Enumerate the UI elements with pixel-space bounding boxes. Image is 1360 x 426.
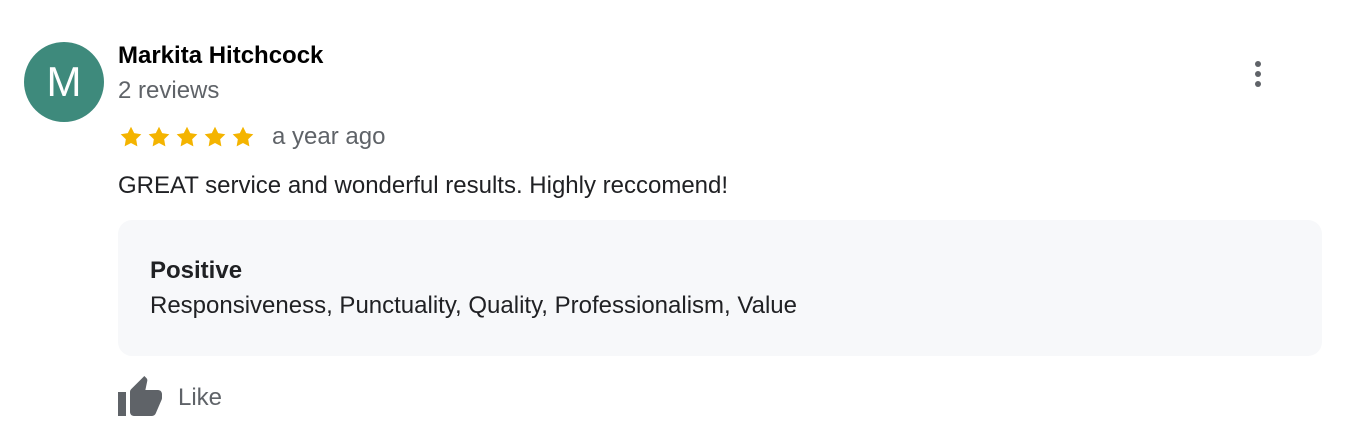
review-date: a year ago (272, 123, 386, 150)
star-icon (120, 126, 142, 147)
avatar-letter: M (46, 58, 82, 105)
attributes-values: Responsiveness, Punctuality, Quality, Pr… (150, 292, 797, 319)
like-label: Like (178, 384, 223, 411)
more-vertical-icon-dot (1255, 81, 1261, 87)
rating-row: a year ago (118, 120, 385, 154)
star-icon (148, 126, 170, 147)
like-button[interactable]: Like (116, 374, 222, 422)
attributes-title: Positive (150, 257, 243, 284)
avatar[interactable]: M (24, 42, 104, 122)
star-icon (232, 126, 254, 147)
review-text: GREAT service and wonderful results. Hig… (118, 172, 729, 199)
star-icon (204, 126, 226, 147)
review-count[interactable]: 2 reviews (118, 77, 219, 105)
more-vertical-icon (1255, 61, 1261, 67)
author-name[interactable]: Markita Hitchcock (118, 42, 323, 70)
attributes-box: Positive Responsiveness, Punctuality, Qu… (118, 220, 1322, 356)
more-vertical-icon-dot (1255, 71, 1261, 77)
star-icon (176, 126, 198, 147)
more-options-button[interactable] (1238, 54, 1278, 94)
thumbs-up-icon (118, 376, 162, 416)
star-rating (118, 124, 256, 150)
